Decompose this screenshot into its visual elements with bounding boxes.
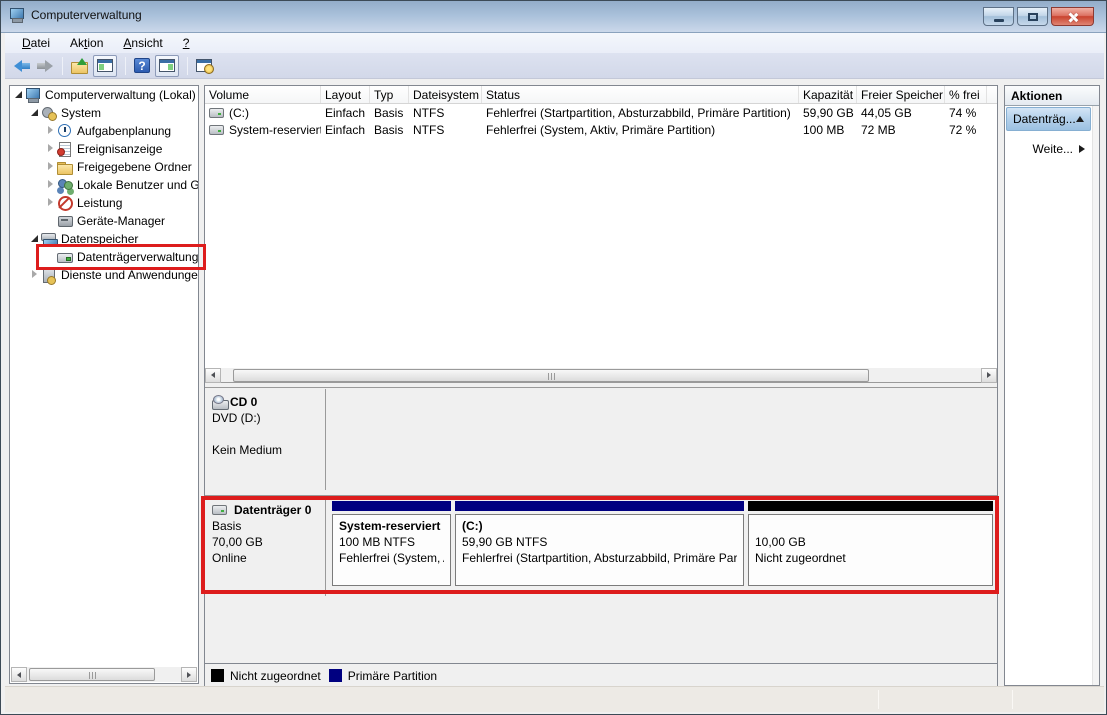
computer-management-window: Computerverwaltung Datei Aktion Ansicht … <box>0 0 1107 715</box>
close-button[interactable] <box>1051 7 1094 26</box>
volume-icon <box>209 108 224 118</box>
toolbar <box>5 53 1104 79</box>
legend-primary-partition: Primäre Partition <box>329 669 437 683</box>
tree-item-aufgabenplanung[interactable]: Aufgabenplanung <box>10 122 198 140</box>
expand-open-icon[interactable] <box>13 89 25 101</box>
column-dateisystem[interactable]: Dateisystem <box>409 86 482 103</box>
collapse-up-icon <box>1076 116 1084 122</box>
legend-unallocated: Nicht zugeordnet <box>211 669 321 683</box>
partition-legend: Nicht zugeordnet Primäre Partition <box>205 663 997 687</box>
menubar: Datei Aktion Ansicht ? <box>5 33 1104 53</box>
volume-list: Volume Layout Typ Dateisystem Status Kap… <box>205 86 997 368</box>
up-folder-icon[interactable] <box>71 59 88 73</box>
expand-closed-icon[interactable] <box>45 197 57 209</box>
window-title: Computerverwaltung <box>31 8 142 22</box>
menu-help[interactable]: ? <box>174 34 199 52</box>
maximize-button[interactable] <box>1017 7 1048 26</box>
actions-header: Aktionen <box>1005 86 1099 106</box>
tree-item-freigegebene-ordner[interactable]: Freigegebene Ordner <box>10 158 198 176</box>
toolbar-separator <box>62 57 63 75</box>
tree-item-system[interactable]: System <box>10 104 198 122</box>
cd-drive-row: CD 0 DVD (D:) Kein Medium <box>205 387 997 489</box>
tree-item-ereignisanzeige[interactable]: Ereignisanzeige <box>10 140 198 158</box>
task-scheduler-icon <box>57 124 73 138</box>
unallocated-color-swatch <box>211 669 224 682</box>
scroll-right-button[interactable] <box>981 368 997 383</box>
annotation-box-datentraegerverwaltung <box>36 244 206 270</box>
menu-ansicht[interactable]: Ansicht <box>114 34 171 52</box>
submenu-right-icon <box>1079 145 1085 153</box>
volume-list-header: Volume Layout Typ Dateisystem Status Kap… <box>205 86 997 104</box>
services-applications-icon <box>41 268 57 282</box>
device-manager-icon <box>57 214 73 228</box>
tree-item-computerverwaltung[interactable]: Computerverwaltung (Lokal) <box>10 86 198 104</box>
expand-closed-icon[interactable] <box>29 269 41 281</box>
console-tree-icon <box>97 59 113 72</box>
expand-closed-icon[interactable] <box>45 161 57 173</box>
column-layout[interactable]: Layout <box>321 86 370 103</box>
volume-row-c[interactable]: (C:) Einfach Basis NTFS Fehlerfrei (Star… <box>205 104 997 121</box>
minimize-button[interactable] <box>983 7 1014 26</box>
column-typ[interactable]: Typ <box>370 86 409 103</box>
column-freier-speicher[interactable]: Freier Speicher <box>857 86 945 103</box>
tree-item-leistung[interactable]: Leistung <box>10 194 198 212</box>
primary-partition-color-swatch <box>329 669 342 682</box>
show-console-tree-button[interactable] <box>93 55 117 77</box>
statusbar <box>5 686 1104 712</box>
scroll-left-button[interactable] <box>205 368 221 383</box>
expand-none <box>45 215 57 227</box>
local-users-groups-icon <box>57 178 73 192</box>
performance-icon <box>57 196 73 210</box>
console-gear-icon[interactable] <box>196 59 212 72</box>
titlebar: Computerverwaltung <box>1 1 1106 33</box>
shared-folders-icon <box>57 160 73 174</box>
tree-item-geraete-manager[interactable]: Geräte-Manager <box>10 212 198 230</box>
column-kapazitaet[interactable]: Kapazität <box>799 86 857 103</box>
console-tree-pane: Computerverwaltung (Lokal) System Aufgab… <box>9 85 199 684</box>
cd-media-status: Kein Medium <box>212 442 321 458</box>
tree-item-lokale-benutzer[interactable]: Lokale Benutzer und Gruppen <box>10 176 198 194</box>
scroll-right-button[interactable] <box>181 667 197 682</box>
scrollbar-thumb[interactable] <box>29 668 155 681</box>
cd-drive-info[interactable]: CD 0 DVD (D:) Kein Medium <box>206 389 326 490</box>
action-datentraegerverwaltung[interactable]: Datenträg... <box>1006 107 1091 131</box>
event-viewer-icon <box>57 142 73 156</box>
minimize-icon <box>994 19 1004 22</box>
column-prozent-frei[interactable]: % frei <box>945 86 987 103</box>
help-icon[interactable] <box>134 58 150 73</box>
cd-drive-letter: DVD (D:) <box>212 410 321 426</box>
expand-open-icon[interactable] <box>29 107 41 119</box>
main-horizontal-scrollbar[interactable] <box>205 368 997 383</box>
show-action-pane-button[interactable] <box>155 55 179 77</box>
menu-datei[interactable]: Datei <box>13 34 59 52</box>
scrollbar-thumb[interactable] <box>233 369 869 382</box>
tree-horizontal-scrollbar[interactable] <box>11 667 197 682</box>
expand-closed-icon[interactable] <box>45 125 57 137</box>
forward-icon[interactable] <box>36 58 54 74</box>
cd-drive-icon <box>212 395 228 409</box>
action-pane-icon <box>159 59 175 72</box>
toolbar-separator <box>187 57 188 75</box>
menu-aktion[interactable]: Aktion <box>61 34 112 52</box>
scroll-left-button[interactable] <box>11 667 27 682</box>
expand-closed-icon[interactable] <box>45 143 57 155</box>
actions-pane: Aktionen Datenträg... Weite... <box>1004 85 1100 686</box>
column-volume[interactable]: Volume <box>205 86 321 103</box>
system-tools-icon <box>41 106 57 120</box>
maximize-icon <box>1028 13 1038 21</box>
back-icon[interactable] <box>13 58 31 74</box>
disk-management-main-pane: Volume Layout Typ Dateisystem Status Kap… <box>204 85 998 686</box>
app-icon <box>9 8 25 22</box>
expand-closed-icon[interactable] <box>45 179 57 191</box>
column-status[interactable]: Status <box>482 86 799 103</box>
volume-icon <box>209 125 224 135</box>
toolbar-separator <box>125 57 126 75</box>
volume-row-system-reserviert[interactable]: System-reserviert Einfach Basis NTFS Feh… <box>205 121 997 138</box>
action-weitere-aktionen[interactable]: Weite... <box>1006 137 1091 161</box>
annotation-box-disk0 <box>201 496 999 594</box>
actions-scrollbar[interactable] <box>1092 106 1099 685</box>
computer-management-icon <box>25 88 41 102</box>
